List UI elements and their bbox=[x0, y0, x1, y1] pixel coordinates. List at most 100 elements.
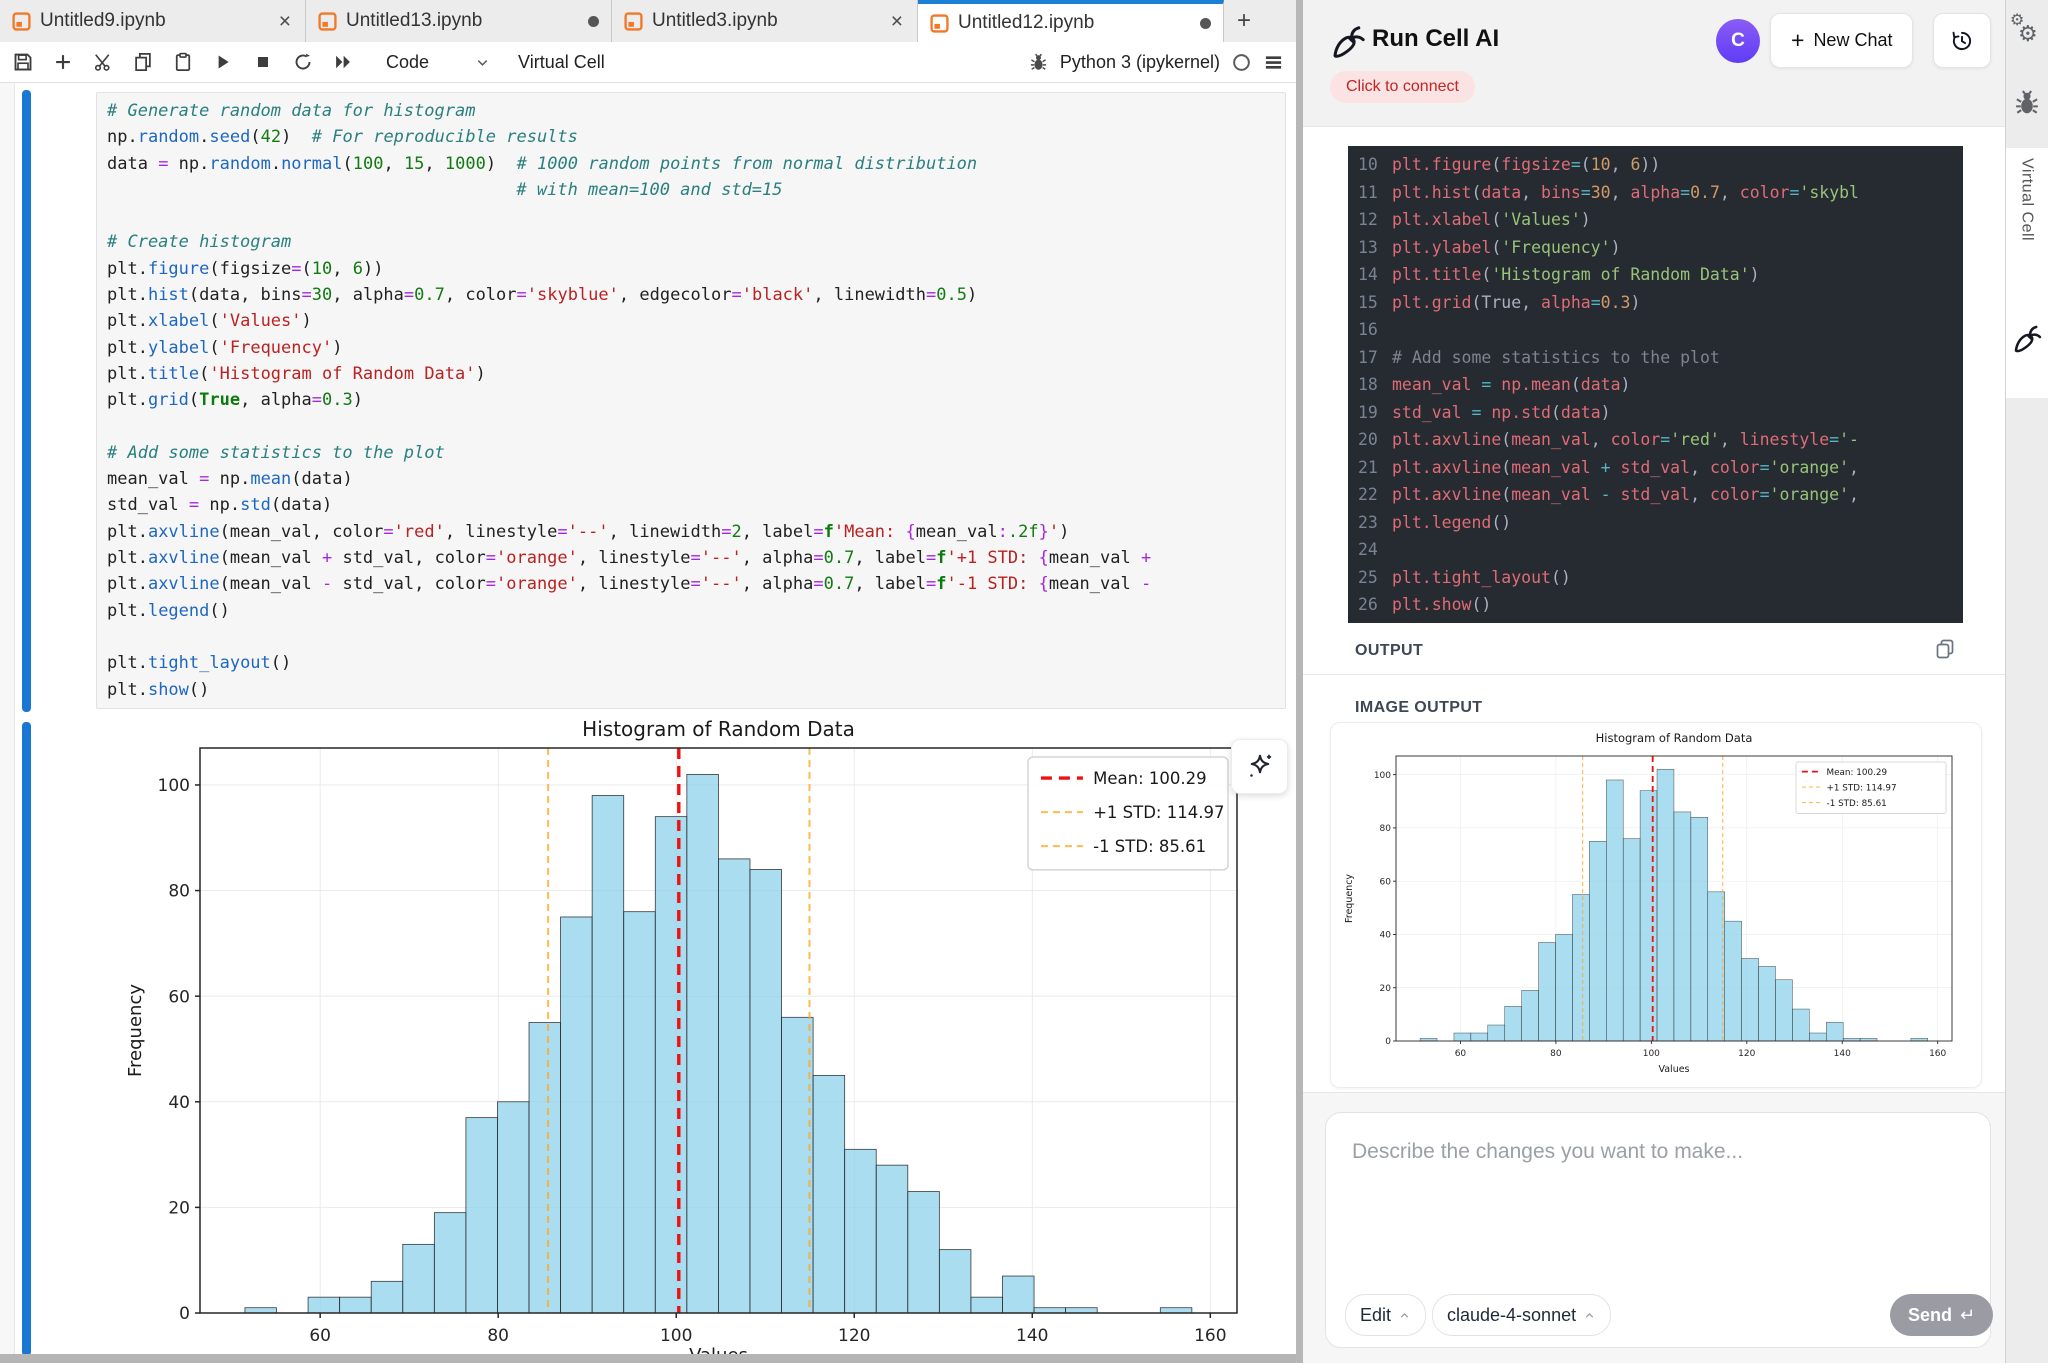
chat-history-button[interactable] bbox=[1933, 13, 1991, 68]
svg-text:120: 120 bbox=[838, 1326, 870, 1346]
notebook-icon bbox=[318, 12, 337, 31]
code-line: plt.hist(data, bins=30, alpha=0.7, color… bbox=[107, 282, 1285, 308]
code-line: 26plt.show() bbox=[1348, 591, 1963, 619]
code-line: 17# Add some statistics to the plot bbox=[1348, 344, 1963, 372]
svg-text:20: 20 bbox=[168, 1199, 190, 1219]
ai-panel-plot-output: 6080100120140160020406080100Histogram of… bbox=[1340, 726, 1980, 1078]
send-button[interactable]: Send ↵ bbox=[1890, 1294, 1993, 1336]
model-select[interactable]: claude-4-sonnet bbox=[1432, 1294, 1611, 1336]
unsaved-dot-icon[interactable] bbox=[1200, 18, 1211, 29]
add-cell-icon[interactable] bbox=[52, 51, 74, 73]
code-line: data = np.random.normal(100, 15, 1000) #… bbox=[107, 151, 1285, 177]
svg-text:60: 60 bbox=[309, 1326, 331, 1346]
debugger-bug-icon[interactable] bbox=[2012, 88, 2042, 123]
left-sidebar-collapsed bbox=[0, 83, 15, 1363]
edit-mode-select[interactable]: Edit bbox=[1345, 1294, 1426, 1336]
notebook-plot-output: 6080100120140160020406080100Histogram of… bbox=[125, 712, 1295, 1363]
tab-Untitled13.ipynb[interactable]: Untitled13.ipynb bbox=[306, 0, 612, 42]
chat-input-placeholder[interactable]: Describe the changes you want to make... bbox=[1352, 1140, 1743, 1164]
code-line: plt.legend() bbox=[107, 598, 1285, 624]
debugger-bug-icon[interactable] bbox=[1028, 51, 1050, 73]
svg-text:140: 140 bbox=[1834, 1049, 1851, 1059]
ai-sparkle-button[interactable] bbox=[1231, 739, 1288, 794]
panel-divider[interactable] bbox=[1296, 0, 1303, 1363]
copy-output-icon[interactable] bbox=[1933, 637, 1957, 666]
svg-text:60: 60 bbox=[1380, 877, 1392, 887]
history-icon bbox=[1949, 28, 1975, 54]
cell-type-value: Code bbox=[386, 52, 429, 73]
code-line: plt.figure(figsize=(10, 6)) bbox=[107, 256, 1285, 282]
horizontal-scrollbar[interactable] bbox=[0, 1354, 1296, 1363]
svg-text:0: 0 bbox=[179, 1304, 190, 1324]
copy-cell-icon[interactable] bbox=[132, 51, 154, 73]
cut-cell-icon[interactable] bbox=[92, 51, 114, 73]
save-icon[interactable] bbox=[12, 51, 34, 73]
tab-Untitled9.ipynb[interactable]: Untitled9.ipynb × bbox=[0, 0, 306, 42]
svg-text:Histogram of Random Data: Histogram of Random Data bbox=[1596, 731, 1753, 745]
code-line: plt.tight_layout() bbox=[107, 650, 1285, 676]
stop-kernel-icon[interactable] bbox=[252, 51, 274, 73]
tab-Untitled3.ipynb[interactable]: Untitled3.ipynb× bbox=[612, 0, 918, 42]
code-line: 21plt.axvline(mean_val + std_val, color=… bbox=[1348, 454, 1963, 482]
code-line: 18mean_val = np.mean(data) bbox=[1348, 371, 1963, 399]
carrot-tab-icon[interactable] bbox=[2010, 322, 2044, 361]
output-section-label: OUTPUT bbox=[1355, 642, 1423, 660]
svg-text:-1 STD: 85.61: -1 STD: 85.61 bbox=[1827, 799, 1887, 809]
notebook-toolbar: Code Virtual Cell Python 3 (ipykernel) bbox=[0, 42, 1296, 83]
svg-text:40: 40 bbox=[1380, 931, 1392, 941]
code-line: 22plt.axvline(mean_val - std_val, color=… bbox=[1348, 481, 1963, 509]
connect-status-badge[interactable]: Click to connect bbox=[1330, 71, 1475, 103]
carrot-logo-icon bbox=[1328, 22, 1368, 67]
tab-Untitled12.ipynb[interactable]: Untitled12.ipynb bbox=[918, 0, 1224, 42]
chevron-down-icon bbox=[475, 55, 490, 70]
avatar[interactable]: C bbox=[1716, 19, 1760, 63]
code-line: 15plt.grid(True, alpha=0.3) bbox=[1348, 289, 1963, 317]
sidebar-tab-virtual-cell[interactable]: Virtual Cell bbox=[2005, 158, 2048, 246]
code-line: 14plt.title('Histogram of Random Data') bbox=[1348, 261, 1963, 289]
svg-text:+1 STD: 114.97: +1 STD: 114.97 bbox=[1827, 783, 1897, 793]
svg-text:Frequency: Frequency bbox=[1344, 874, 1355, 923]
svg-text:160: 160 bbox=[1929, 1049, 1946, 1059]
output-cell-indicator[interactable] bbox=[22, 722, 31, 1356]
section-divider bbox=[1303, 674, 2005, 675]
code-line: 10plt.figure(figsize=(10, 6)) bbox=[1348, 151, 1963, 179]
active-cell-indicator[interactable] bbox=[22, 90, 31, 712]
run-all-icon[interactable] bbox=[332, 51, 354, 73]
svg-text:60: 60 bbox=[1455, 1049, 1467, 1059]
unsaved-dot-icon[interactable] bbox=[588, 16, 599, 27]
code-line: # with mean=100 and std=15 bbox=[107, 177, 1285, 203]
hamburger-menu-icon[interactable] bbox=[1262, 51, 1284, 73]
cell-type-select[interactable]: Code bbox=[386, 52, 490, 73]
new-chat-button[interactable]: + New Chat bbox=[1770, 13, 1913, 68]
kernel-name[interactable]: Python 3 (ipykernel) bbox=[1060, 52, 1220, 73]
code-line: 20plt.axvline(mean_val, color='red', lin… bbox=[1348, 426, 1963, 454]
code-line: plt.title('Histogram of Random Data') bbox=[107, 361, 1285, 387]
new-tab-button[interactable]: + bbox=[1224, 0, 1264, 42]
svg-text:100: 100 bbox=[1643, 1049, 1660, 1059]
code-line: 24 bbox=[1348, 536, 1963, 564]
tab-label: Untitled9.ipynb bbox=[40, 10, 268, 32]
histogram-plot: 6080100120140160020406080100Histogram of… bbox=[1340, 726, 1980, 1078]
svg-text:140: 140 bbox=[1016, 1326, 1048, 1346]
code-line: 25plt.tight_layout() bbox=[1348, 564, 1963, 592]
property-inspector-gears-icon[interactable]: ⚙ ⚙ bbox=[2010, 14, 2044, 52]
close-icon[interactable]: × bbox=[889, 11, 905, 32]
code-line: plt.axvline(mean_val + std_val, color='o… bbox=[107, 545, 1285, 571]
histogram-plot: 6080100120140160020406080100Histogram of… bbox=[125, 712, 1295, 1363]
plus-icon: + bbox=[1791, 27, 1804, 54]
return-key-icon: ↵ bbox=[1960, 1305, 1975, 1326]
code-line bbox=[107, 203, 1285, 229]
code-editor[interactable]: # Generate random data for histogramnp.r… bbox=[96, 92, 1286, 709]
code-line: plt.axvline(mean_val - std_val, color='o… bbox=[107, 571, 1285, 597]
code-line: plt.ylabel('Frequency') bbox=[107, 335, 1285, 361]
paste-cell-icon[interactable] bbox=[172, 51, 194, 73]
close-icon[interactable]: × bbox=[277, 11, 293, 32]
svg-text:+1 STD: 114.97: +1 STD: 114.97 bbox=[1093, 803, 1224, 822]
run-cell-icon[interactable] bbox=[212, 51, 234, 73]
svg-text:Histogram of Random Data: Histogram of Random Data bbox=[582, 717, 855, 741]
restart-kernel-icon[interactable] bbox=[292, 51, 314, 73]
notebook-icon bbox=[930, 14, 949, 33]
virtual-cell-button[interactable]: Virtual Cell bbox=[518, 52, 605, 73]
svg-text:Values: Values bbox=[1658, 1064, 1689, 1075]
svg-text:120: 120 bbox=[1738, 1049, 1755, 1059]
